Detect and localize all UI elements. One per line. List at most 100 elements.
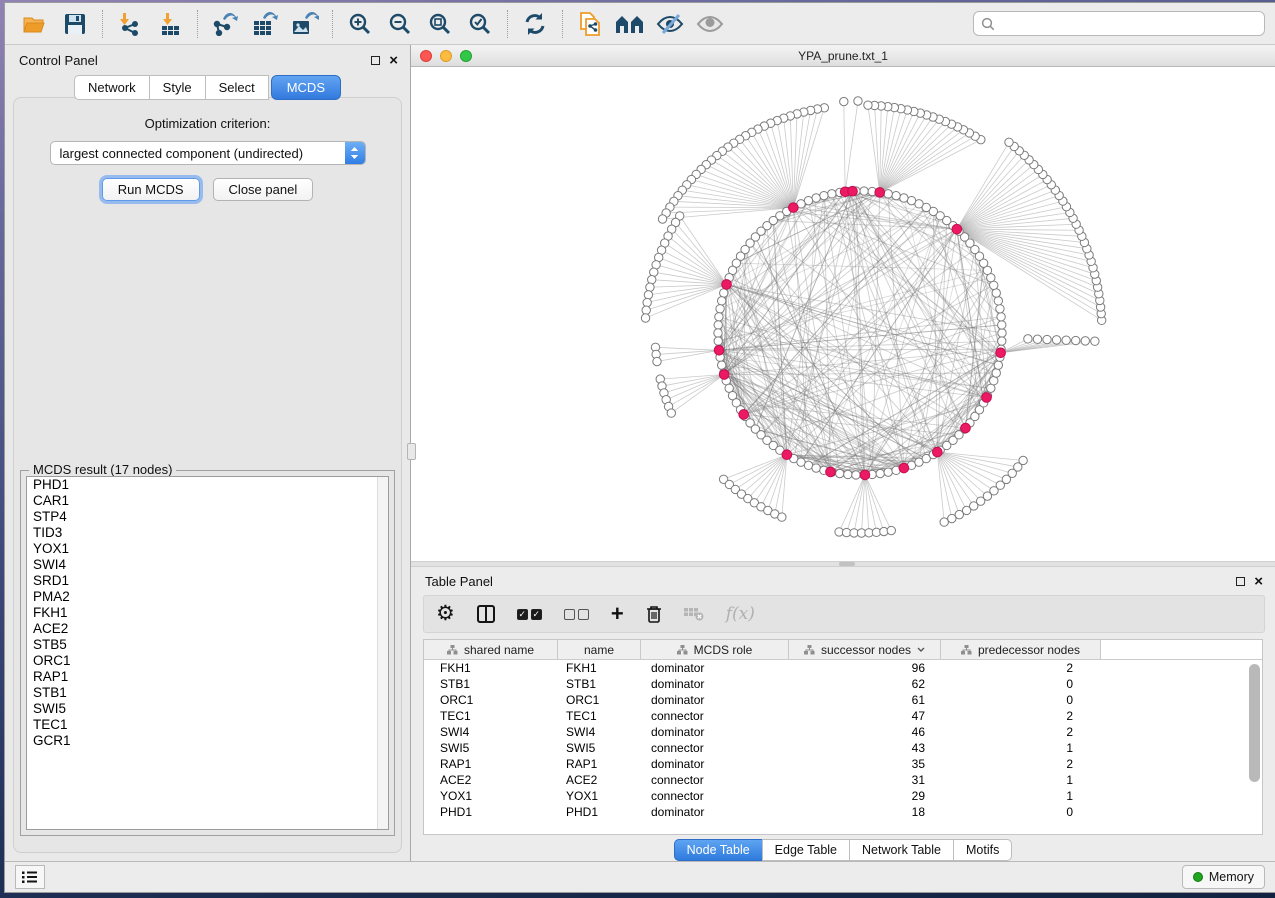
open-folder-icon[interactable]: [15, 8, 55, 40]
mcds-result-item[interactable]: TID3: [27, 525, 388, 541]
memory-button[interactable]: Memory: [1182, 865, 1265, 889]
mcds-hub-node[interactable]: [719, 370, 729, 380]
mcds-result-item[interactable]: GCR1: [27, 733, 388, 749]
mcds-result-item[interactable]: STB5: [27, 637, 388, 653]
zoom-fit-icon[interactable]: [420, 8, 460, 40]
network-window-titlebar[interactable]: YPA_prune.txt_1: [411, 45, 1275, 67]
refresh-icon[interactable]: [515, 8, 555, 40]
mcds-hub-node[interactable]: [722, 280, 732, 290]
mcds-result-item[interactable]: TEC1: [27, 717, 388, 733]
table-row[interactable]: PHD1PHD1dominator180: [424, 804, 1262, 820]
mcds-hub-node[interactable]: [848, 186, 858, 196]
table-row[interactable]: TEC1TEC1connector472: [424, 708, 1262, 724]
close-panel-icon[interactable]: ×: [1254, 577, 1263, 586]
mcds-hub-node[interactable]: [961, 423, 971, 433]
table-scrollbar[interactable]: [1249, 664, 1260, 824]
mcds-result-item[interactable]: ACE2: [27, 621, 388, 637]
first-neighbors-icon[interactable]: [610, 8, 650, 40]
mcds-hub-node[interactable]: [714, 346, 724, 356]
mcds-result-item[interactable]: FKH1: [27, 605, 388, 621]
close-panel-icon[interactable]: ×: [389, 56, 398, 65]
task-history-button[interactable]: [15, 865, 45, 889]
column-header-shared-name[interactable]: shared name: [424, 640, 558, 659]
save-icon[interactable]: [55, 8, 95, 40]
mcds-result-item[interactable]: RAP1: [27, 669, 388, 685]
column-header-name[interactable]: name: [558, 640, 641, 659]
vertical-splitter-grip[interactable]: [407, 443, 416, 460]
network-canvas[interactable]: [411, 67, 1275, 561]
search-input[interactable]: [1000, 16, 1257, 31]
deselect-all-icon[interactable]: [564, 609, 589, 620]
export-table-icon[interactable]: [245, 8, 285, 40]
column-header-MCDS-role[interactable]: MCDS role: [641, 640, 789, 659]
table-row[interactable]: ORC1ORC1dominator610: [424, 692, 1262, 708]
tab-edge-table[interactable]: Edge Table: [762, 839, 849, 861]
tab-mcds[interactable]: MCDS: [271, 75, 341, 100]
tab-style[interactable]: Style: [149, 75, 205, 100]
float-panel-icon[interactable]: [371, 56, 380, 65]
column-header-predecessor-nodes[interactable]: predecessor nodes: [941, 640, 1101, 659]
mcds-result-item[interactable]: SRD1: [27, 573, 388, 589]
select-all-icon[interactable]: ✓✓: [517, 609, 542, 620]
mcds-hub-node[interactable]: [782, 450, 792, 460]
search-box[interactable]: [973, 11, 1265, 36]
hide-selected-icon[interactable]: [650, 8, 690, 40]
zoom-in-icon[interactable]: [340, 8, 380, 40]
import-table-icon[interactable]: [150, 8, 190, 40]
table-row[interactable]: FKH1FKH1dominator962: [424, 660, 1262, 676]
horizontal-splitter-grip[interactable]: [839, 562, 855, 566]
mcds-result-list[interactable]: PHD1CAR1STP4TID3YOX1SWI4SRD1PMA2FKH1ACE2…: [26, 476, 389, 830]
add-row-icon[interactable]: +: [611, 604, 624, 624]
mcds-hub-node[interactable]: [982, 393, 992, 403]
tab-network-table[interactable]: Network Table: [849, 839, 953, 861]
table-row[interactable]: STB1STB1dominator620: [424, 676, 1262, 692]
tab-node-table[interactable]: Node Table: [674, 839, 762, 861]
table-row[interactable]: ACE2ACE2connector311: [424, 772, 1262, 788]
mcds-hub-node[interactable]: [952, 224, 962, 234]
export-image-icon[interactable]: [285, 8, 325, 40]
toggle-columns-icon[interactable]: [477, 605, 495, 623]
optimization-criterion-select[interactable]: largest connected component (undirected): [50, 141, 366, 165]
mcds-hub-node[interactable]: [826, 467, 836, 477]
export-network-icon[interactable]: [205, 8, 245, 40]
delete-row-icon[interactable]: [646, 605, 662, 623]
run-mcds-button[interactable]: Run MCDS: [102, 178, 200, 201]
mcds-result-item[interactable]: STP4: [27, 509, 388, 525]
mcds-result-item[interactable]: PHD1: [27, 477, 388, 493]
settings-gear-icon[interactable]: ⚙: [436, 604, 455, 624]
mcds-hub-node[interactable]: [789, 203, 799, 213]
mcds-hub-node[interactable]: [933, 447, 943, 457]
clone-network-icon[interactable]: [570, 8, 610, 40]
mcds-result-item[interactable]: CAR1: [27, 493, 388, 509]
mcds-hub-node[interactable]: [875, 188, 885, 198]
mcds-hub-node[interactable]: [860, 470, 870, 480]
mcds-result-item[interactable]: YOX1: [27, 541, 388, 557]
table-row[interactable]: SWI4SWI4dominator462: [424, 724, 1262, 740]
mcds-result-item[interactable]: SWI4: [27, 557, 388, 573]
tab-select[interactable]: Select: [205, 75, 269, 100]
mcds-result-item[interactable]: STB1: [27, 685, 388, 701]
table-row[interactable]: YOX1YOX1connector291: [424, 788, 1262, 804]
float-panel-icon[interactable]: [1236, 577, 1245, 586]
show-all-icon[interactable]: [690, 8, 730, 40]
node-table[interactable]: shared namenameMCDS rolesuccessor nodesp…: [423, 639, 1263, 835]
table-cell: dominator: [641, 677, 789, 691]
mcds-hub-node[interactable]: [739, 410, 749, 420]
zoom-out-icon[interactable]: [380, 8, 420, 40]
column-header-successor-nodes[interactable]: successor nodes: [789, 640, 941, 659]
tab-motifs[interactable]: Motifs: [953, 839, 1012, 861]
tab-network[interactable]: Network: [74, 75, 149, 100]
table-row[interactable]: SWI5SWI5connector431: [424, 740, 1262, 756]
table-scrollbar-thumb[interactable]: [1249, 664, 1260, 782]
zoom-selected-icon[interactable]: [460, 8, 500, 40]
table-row[interactable]: RAP1RAP1dominator352: [424, 756, 1262, 772]
mcds-hub-node[interactable]: [899, 463, 909, 473]
import-network-icon[interactable]: [110, 8, 150, 40]
table-cell: 46: [789, 725, 941, 739]
mcds-result-item[interactable]: PMA2: [27, 589, 388, 605]
mcds-result-item[interactable]: ORC1: [27, 653, 388, 669]
mcds-list-scrollbar[interactable]: [377, 477, 388, 829]
mcds-hub-node[interactable]: [996, 348, 1006, 358]
close-panel-button[interactable]: Close panel: [213, 178, 314, 201]
mcds-result-item[interactable]: SWI5: [27, 701, 388, 717]
